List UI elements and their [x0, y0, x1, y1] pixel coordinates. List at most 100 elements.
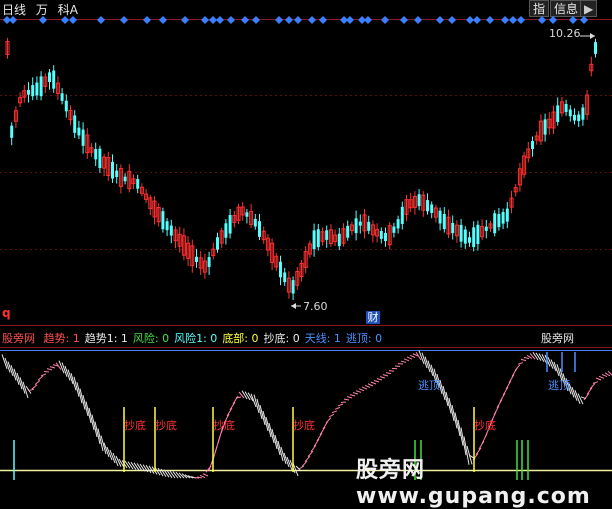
ribbon-stroke [317, 433, 322, 441]
ribbon-stroke [533, 352, 538, 360]
ribbon-stroke [536, 353, 541, 361]
ribbon-stroke [509, 374, 514, 383]
candle-body [258, 221, 261, 237]
low-price-label: 7.60 [303, 300, 328, 313]
ribbon-stroke [299, 466, 304, 469]
candle-body [208, 257, 211, 267]
indicator-value-5: 抄底: 0 [264, 332, 300, 345]
ribbon-stroke [128, 462, 133, 469]
ribbon-stroke [47, 369, 52, 370]
candle-body [430, 204, 433, 213]
signal-diamond-icon [580, 16, 588, 24]
candle-body [195, 257, 198, 262]
ribbon-stroke [593, 382, 598, 384]
signal-diamond-icon [549, 16, 557, 24]
ribbon-stroke [341, 402, 346, 403]
ribbon-stroke [599, 376, 604, 378]
candle-body [493, 213, 496, 233]
ribbon-stroke [374, 381, 379, 382]
indicator-value-6: 天线: 1 [305, 332, 341, 345]
ribbon-stroke [332, 411, 337, 413]
ribbon-stroke [149, 466, 154, 474]
signal-diamond-icon [400, 16, 408, 24]
ribbon-stroke [233, 396, 238, 404]
candle-body [98, 149, 101, 168]
candle-body [338, 234, 341, 246]
finance-badge[interactable]: 财 [366, 311, 380, 324]
ticker-marker: q [2, 306, 11, 320]
ribbon-stroke [578, 394, 583, 405]
signal-diamond-icon [120, 16, 128, 24]
ribbon-stroke [125, 461, 130, 468]
signal-diamond-icon [308, 16, 316, 24]
candle-body [464, 230, 467, 244]
ribbon-stroke [500, 393, 505, 402]
ribbon-stroke [359, 389, 364, 391]
candle-body [392, 227, 395, 233]
signal-diamond-icon [486, 16, 494, 24]
ribbon-stroke [50, 367, 55, 368]
ribbon-stroke [311, 445, 316, 452]
candle-body [283, 272, 286, 282]
ribbon-stroke [134, 463, 139, 470]
candle-body [170, 226, 173, 236]
candle-body [544, 119, 547, 134]
candle-body [61, 93, 64, 101]
candle-body [136, 179, 139, 189]
candle-body [380, 231, 383, 239]
signal-diamond-icon [466, 16, 474, 24]
ribbon-stroke [338, 404, 343, 406]
bottom-signal-label: 抄底 [474, 417, 496, 433]
candle-body [418, 194, 421, 206]
signal-diamond-icon [319, 16, 327, 24]
candle-body [115, 171, 118, 177]
ribbon-stroke [227, 408, 232, 416]
candle-body [224, 223, 227, 238]
signal-diamond-icon [216, 16, 224, 24]
ribbon-stroke [365, 385, 370, 387]
ribbon-stroke [329, 414, 334, 417]
ribbon-stroke [335, 407, 340, 409]
ribbon-stroke [497, 399, 502, 408]
candle-body [124, 177, 127, 182]
ribbon-stroke [587, 388, 592, 395]
ribbon-stroke [515, 365, 520, 371]
ribbon-stroke [41, 374, 46, 376]
candle-body [506, 209, 509, 222]
candle-body [254, 219, 257, 227]
signal-diamond-icon [241, 16, 249, 24]
ribbon-stroke [356, 391, 361, 393]
candle-body [384, 233, 387, 241]
ribbon-stroke [503, 387, 508, 396]
candle-body [77, 128, 80, 136]
chart-canvas [0, 0, 612, 489]
candle-body [52, 71, 55, 89]
candle-body [569, 110, 572, 117]
candle-body [31, 85, 34, 96]
indicator-value-3: 风险1: 0 [174, 332, 217, 345]
ribbon-stroke [314, 439, 319, 447]
candle-body [573, 115, 576, 121]
signal-diamond-icon [364, 16, 372, 24]
candle-body [485, 227, 488, 231]
candle-body [317, 229, 320, 247]
ribbon-stroke [230, 402, 235, 410]
ribbon-stroke [146, 465, 151, 473]
candlestick-series [6, 38, 597, 300]
candle-body [82, 130, 85, 146]
candle-body [426, 200, 429, 211]
ribbon-stroke [590, 383, 595, 389]
candle-body [35, 83, 38, 96]
signal-diamond-icon [473, 16, 481, 24]
signal-diamond-icon [39, 16, 47, 24]
signal-diamond-icon [143, 16, 151, 24]
ribbon-stroke [305, 456, 310, 462]
candle-body [497, 214, 500, 227]
bottom-signal-label: 抄底 [124, 417, 146, 433]
signal-diamond-icon [414, 16, 422, 24]
ribbon-stroke [242, 391, 247, 399]
indicator-value-0: 趋势: 1 [44, 332, 80, 345]
signal-diamond-icon [9, 16, 17, 24]
candle-body [443, 214, 446, 229]
candle-body [73, 115, 76, 132]
